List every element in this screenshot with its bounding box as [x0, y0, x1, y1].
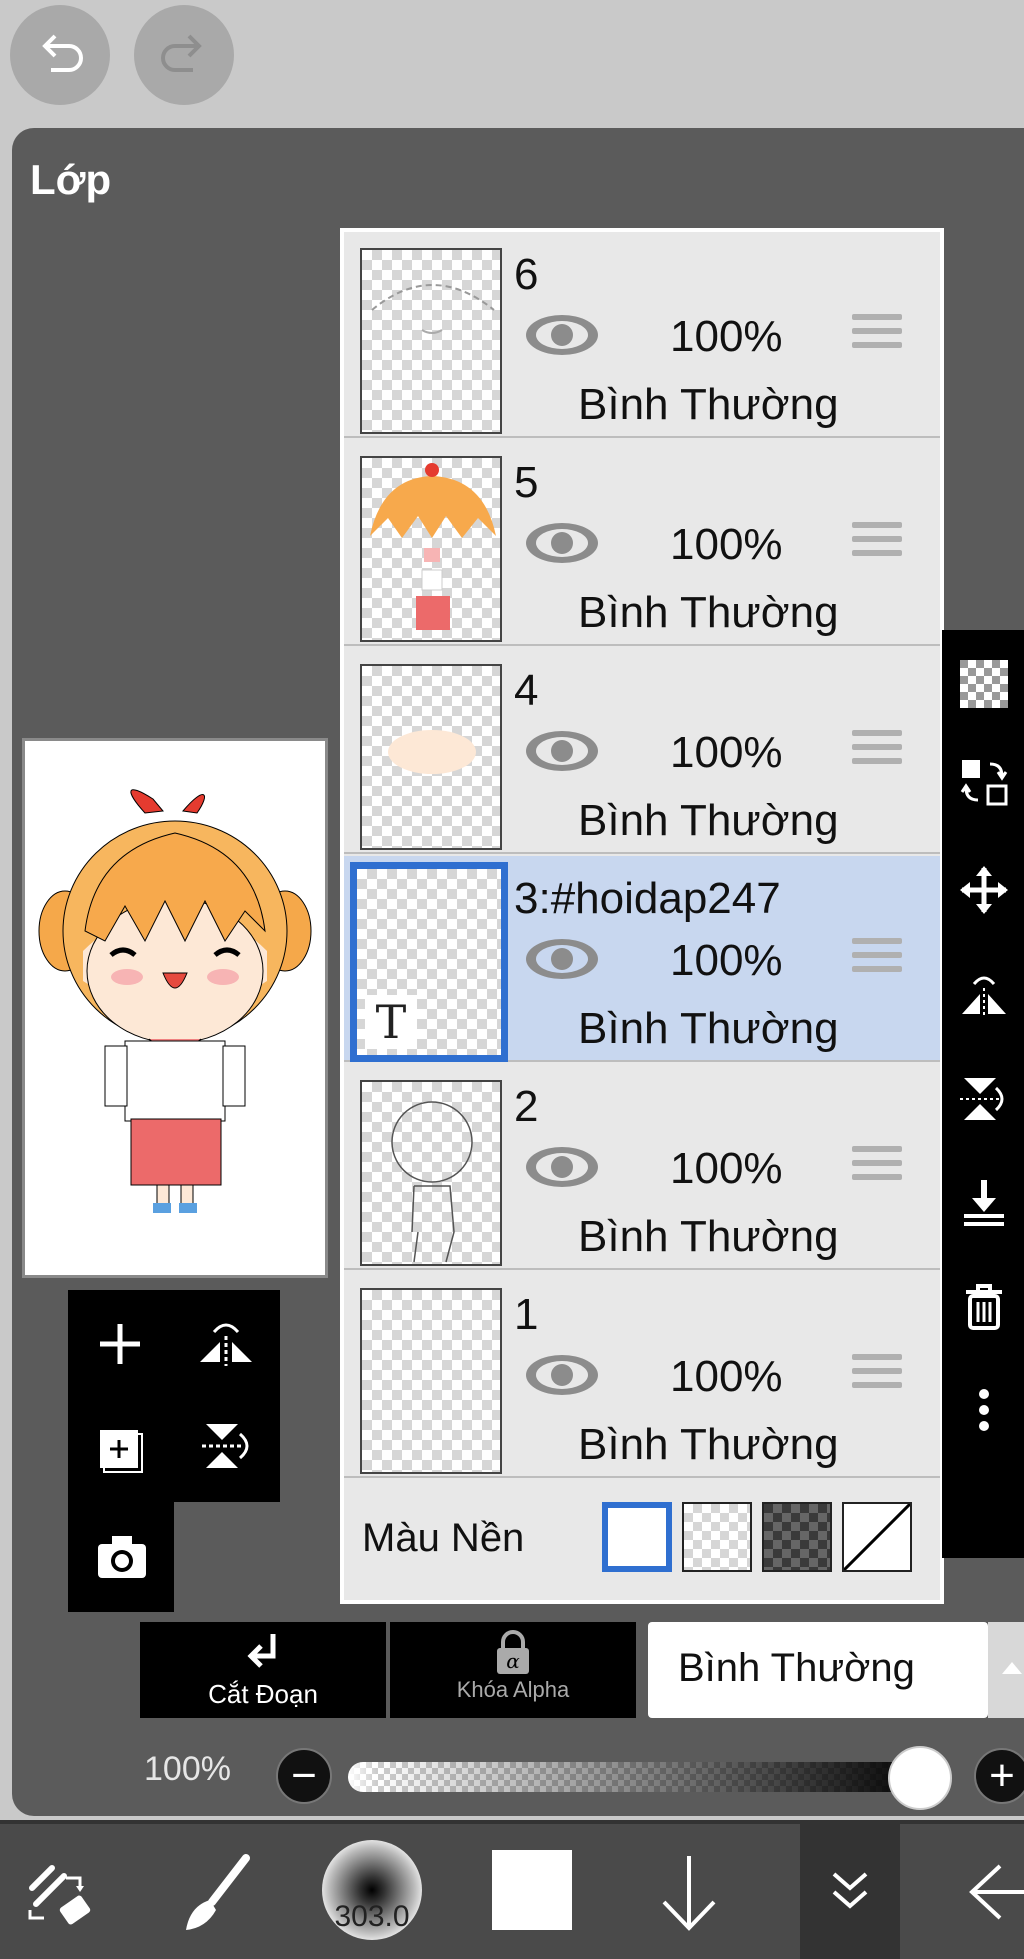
opacity-slider-knob[interactable]	[888, 1746, 952, 1810]
brush-size-value: 303.0	[334, 1900, 410, 1933]
opacity-decrease-button[interactable]: −	[276, 1748, 332, 1804]
double-chevron-down-icon	[832, 1872, 868, 1909]
layer-row[interactable]: 1 100% Bình Thường	[344, 1272, 940, 1478]
layer-row[interactable]: 4 100% Bình Thường	[344, 648, 940, 854]
camera-icon	[98, 1536, 146, 1578]
layer-thumbnail	[360, 248, 502, 434]
drag-handle-icon[interactable]	[852, 314, 902, 358]
visibility-eye-icon[interactable]	[524, 520, 600, 566]
clip-button[interactable]: Cắt Đoạn	[140, 1622, 386, 1718]
layer-opacity: 100%	[670, 520, 783, 569]
alpha-lock-button[interactable]: α Khóa Alpha	[390, 1622, 636, 1718]
background-color-row: Màu Nền	[344, 1468, 940, 1600]
layer-panel: Lớp 6 100% Bình Thường 5 100% Bình Thườn…	[12, 128, 1024, 1816]
layer-name: 6	[514, 250, 539, 299]
layer-opacity: 100%	[670, 728, 783, 777]
more-options-icon[interactable]	[960, 1386, 1008, 1434]
opacity-increase-button[interactable]: +	[974, 1748, 1024, 1804]
bg-none-swatch[interactable]	[842, 1502, 912, 1572]
layer-blend-mode: Bình Thường	[578, 1420, 839, 1469]
blend-mode-dropdown-arrow[interactable]	[988, 1622, 1024, 1718]
transparency-checker-icon[interactable]	[960, 660, 1008, 708]
clip-arrow-icon	[247, 1634, 276, 1668]
layers-dropdown-button[interactable]	[800, 1824, 900, 1959]
character-illustration	[38, 789, 312, 1213]
top-bar	[0, 0, 1024, 120]
layer-thumbnail	[360, 456, 502, 642]
opacity-label: 100%	[144, 1750, 231, 1788]
copy-layer-icon[interactable]	[92, 1418, 148, 1474]
visibility-eye-icon[interactable]	[524, 1352, 600, 1398]
brush-tool-icon[interactable]	[176, 1844, 256, 1944]
layer-list: 6 100% Bình Thường 5 100% Bình Thường 4 …	[340, 228, 944, 1604]
merge-down-icon[interactable]	[960, 1178, 1008, 1226]
svg-text:α: α	[506, 1649, 520, 1673]
move-icon[interactable]	[960, 866, 1008, 914]
drag-handle-icon[interactable]	[852, 1354, 902, 1398]
drag-handle-icon[interactable]	[852, 730, 902, 774]
drag-handle-icon[interactable]	[852, 938, 902, 982]
background-label: Màu Nền	[362, 1516, 525, 1560]
undo-icon	[42, 34, 83, 72]
alpha-lock-label: Khóa Alpha	[456, 1677, 570, 1702]
lock-icon: α	[497, 1630, 529, 1674]
layer-blend-mode: Bình Thường	[578, 588, 839, 637]
trash-icon[interactable]	[960, 1282, 1008, 1330]
flip-vertical-icon[interactable]	[198, 1418, 254, 1474]
layer-blend-mode: Bình Thường	[578, 1004, 839, 1053]
layer-thumbnail: T	[350, 862, 508, 1062]
canvas-preview[interactable]	[22, 738, 328, 1278]
layer-ops-toolbar	[68, 1290, 280, 1502]
drag-handle-icon[interactable]	[852, 522, 902, 566]
layer-row[interactable]: 2 100% Bình Thường	[344, 1064, 940, 1270]
layer-thumbnail	[360, 1080, 502, 1266]
layer-blend-mode: Bình Thường	[578, 1212, 839, 1261]
color-swatch[interactable]	[492, 1850, 572, 1930]
layer-opacity: 100%	[670, 936, 783, 985]
visibility-eye-icon[interactable]	[524, 312, 600, 358]
visibility-eye-icon[interactable]	[524, 936, 600, 982]
bg-transparent-swatch[interactable]	[682, 1502, 752, 1572]
text-layer-badge: T	[365, 995, 417, 1049]
flip-horizontal-icon[interactable]	[960, 970, 1008, 1018]
layer-name: 3:#hoidap247	[514, 874, 781, 923]
redo-icon	[161, 34, 202, 72]
layer-row-selected[interactable]: T 3:#hoidap247 100% Bình Thường	[344, 856, 940, 1062]
layer-opacity: 100%	[670, 1144, 783, 1193]
layer-name: 4	[514, 666, 539, 715]
selection-tool-icon[interactable]	[22, 1844, 102, 1944]
layer-opacity: 100%	[670, 1352, 783, 1401]
undo-button[interactable]	[10, 5, 110, 105]
redo-button[interactable]	[134, 5, 234, 105]
bg-white-swatch[interactable]	[602, 1502, 672, 1572]
swap-layer-icon[interactable]	[960, 758, 1008, 806]
layer-thumbnail	[360, 1288, 502, 1474]
layer-thumbnail	[360, 664, 502, 850]
back-arrow-icon[interactable]	[960, 1844, 1024, 1944]
bottom-toolbar: 303.0	[0, 1820, 1024, 1959]
opacity-slider[interactable]	[348, 1762, 928, 1792]
layer-blend-mode: Bình Thường	[578, 380, 839, 429]
camera-button[interactable]	[68, 1502, 174, 1612]
arrow-down-icon[interactable]	[654, 1844, 724, 1944]
bg-dark-checker-swatch[interactable]	[762, 1502, 832, 1572]
blend-mode-select[interactable]: Bình Thường	[648, 1622, 988, 1718]
layer-blend-mode: Bình Thường	[578, 796, 839, 845]
drag-handle-icon[interactable]	[852, 1146, 902, 1190]
clip-label: Cắt Đoạn	[208, 1679, 318, 1709]
flip-vertical-icon[interactable]	[960, 1074, 1008, 1122]
flip-horizontal-icon[interactable]	[196, 1316, 256, 1372]
layer-name: 1	[514, 1290, 539, 1339]
layer-row[interactable]: 5 100% Bình Thường	[344, 440, 940, 646]
add-layer-icon[interactable]	[94, 1318, 146, 1370]
visibility-eye-icon[interactable]	[524, 1144, 600, 1190]
layer-row[interactable]: 6 100% Bình Thường	[344, 232, 940, 438]
layer-name: 2	[514, 1082, 539, 1131]
layer-name: 5	[514, 458, 539, 507]
brush-size-indicator[interactable]: 303.0	[322, 1840, 422, 1940]
layer-opacity: 100%	[670, 312, 783, 361]
visibility-eye-icon[interactable]	[524, 728, 600, 774]
right-toolbar	[942, 630, 1024, 1558]
panel-title: Lớp	[30, 156, 112, 203]
